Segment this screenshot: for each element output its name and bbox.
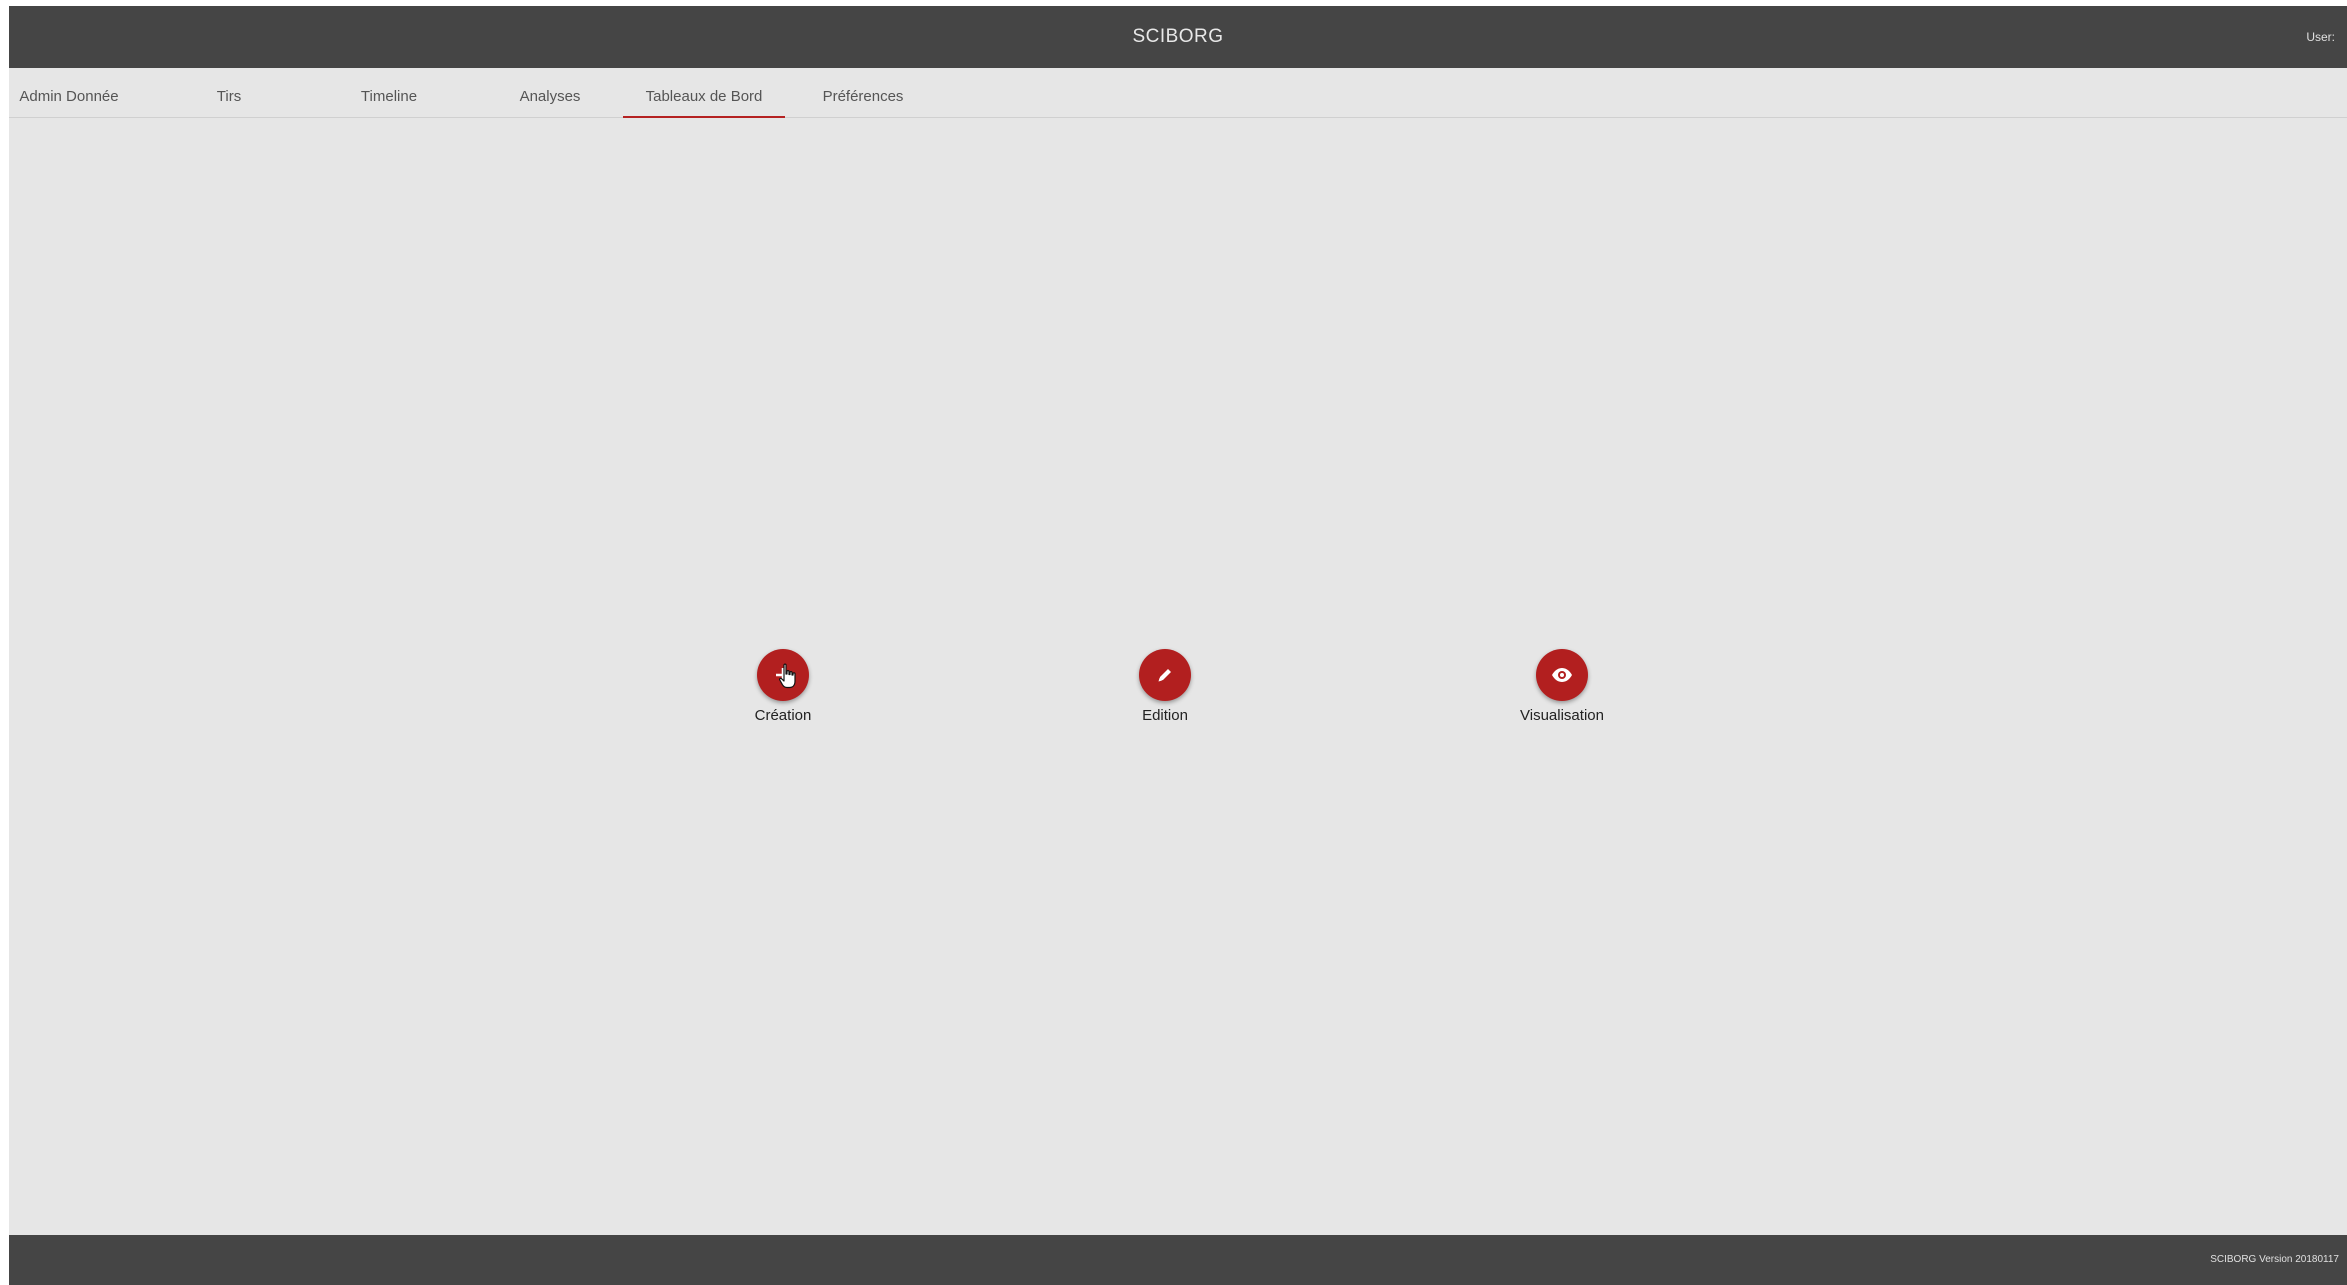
creation-action: Création bbox=[703, 649, 863, 724]
app-window: SCIBORG User: Admin Donnée Tirs Timeline… bbox=[9, 6, 2347, 1285]
app-footer: SCIBORG Version 20180117 bbox=[9, 1235, 2347, 1285]
tab-tirs[interactable]: Tirs bbox=[199, 68, 259, 117]
visualisation-action: Visualisation bbox=[1482, 649, 1642, 724]
tab-timeline[interactable]: Timeline bbox=[349, 68, 429, 117]
eye-icon bbox=[1551, 667, 1573, 683]
edition-label: Edition bbox=[1142, 707, 1188, 724]
creation-button[interactable] bbox=[757, 649, 809, 701]
hand-cursor-icon bbox=[779, 663, 797, 689]
tab-analyses[interactable]: Analyses bbox=[505, 68, 595, 117]
tab-preferences[interactable]: Préférences bbox=[815, 68, 911, 117]
edition-action: Edition bbox=[1085, 649, 1245, 724]
app-header: SCIBORG User: bbox=[9, 6, 2347, 68]
creation-label: Création bbox=[754, 707, 812, 724]
visualisation-label: Visualisation bbox=[1520, 707, 1604, 724]
version-text: SCIBORG Version 20180117 bbox=[2210, 1254, 2339, 1265]
user-label: User: bbox=[2306, 30, 2335, 44]
visualisation-button[interactable] bbox=[1536, 649, 1588, 701]
app-title: SCIBORG bbox=[1132, 26, 1224, 47]
pencil-icon bbox=[1155, 665, 1175, 685]
edition-button[interactable] bbox=[1139, 649, 1191, 701]
tab-admin-donnee[interactable]: Admin Donnée bbox=[19, 68, 119, 117]
tab-tableaux-de-bord[interactable]: Tableaux de Bord bbox=[623, 68, 785, 118]
tab-bar: Admin Donnée Tirs Timeline Analyses Tabl… bbox=[9, 68, 2347, 118]
